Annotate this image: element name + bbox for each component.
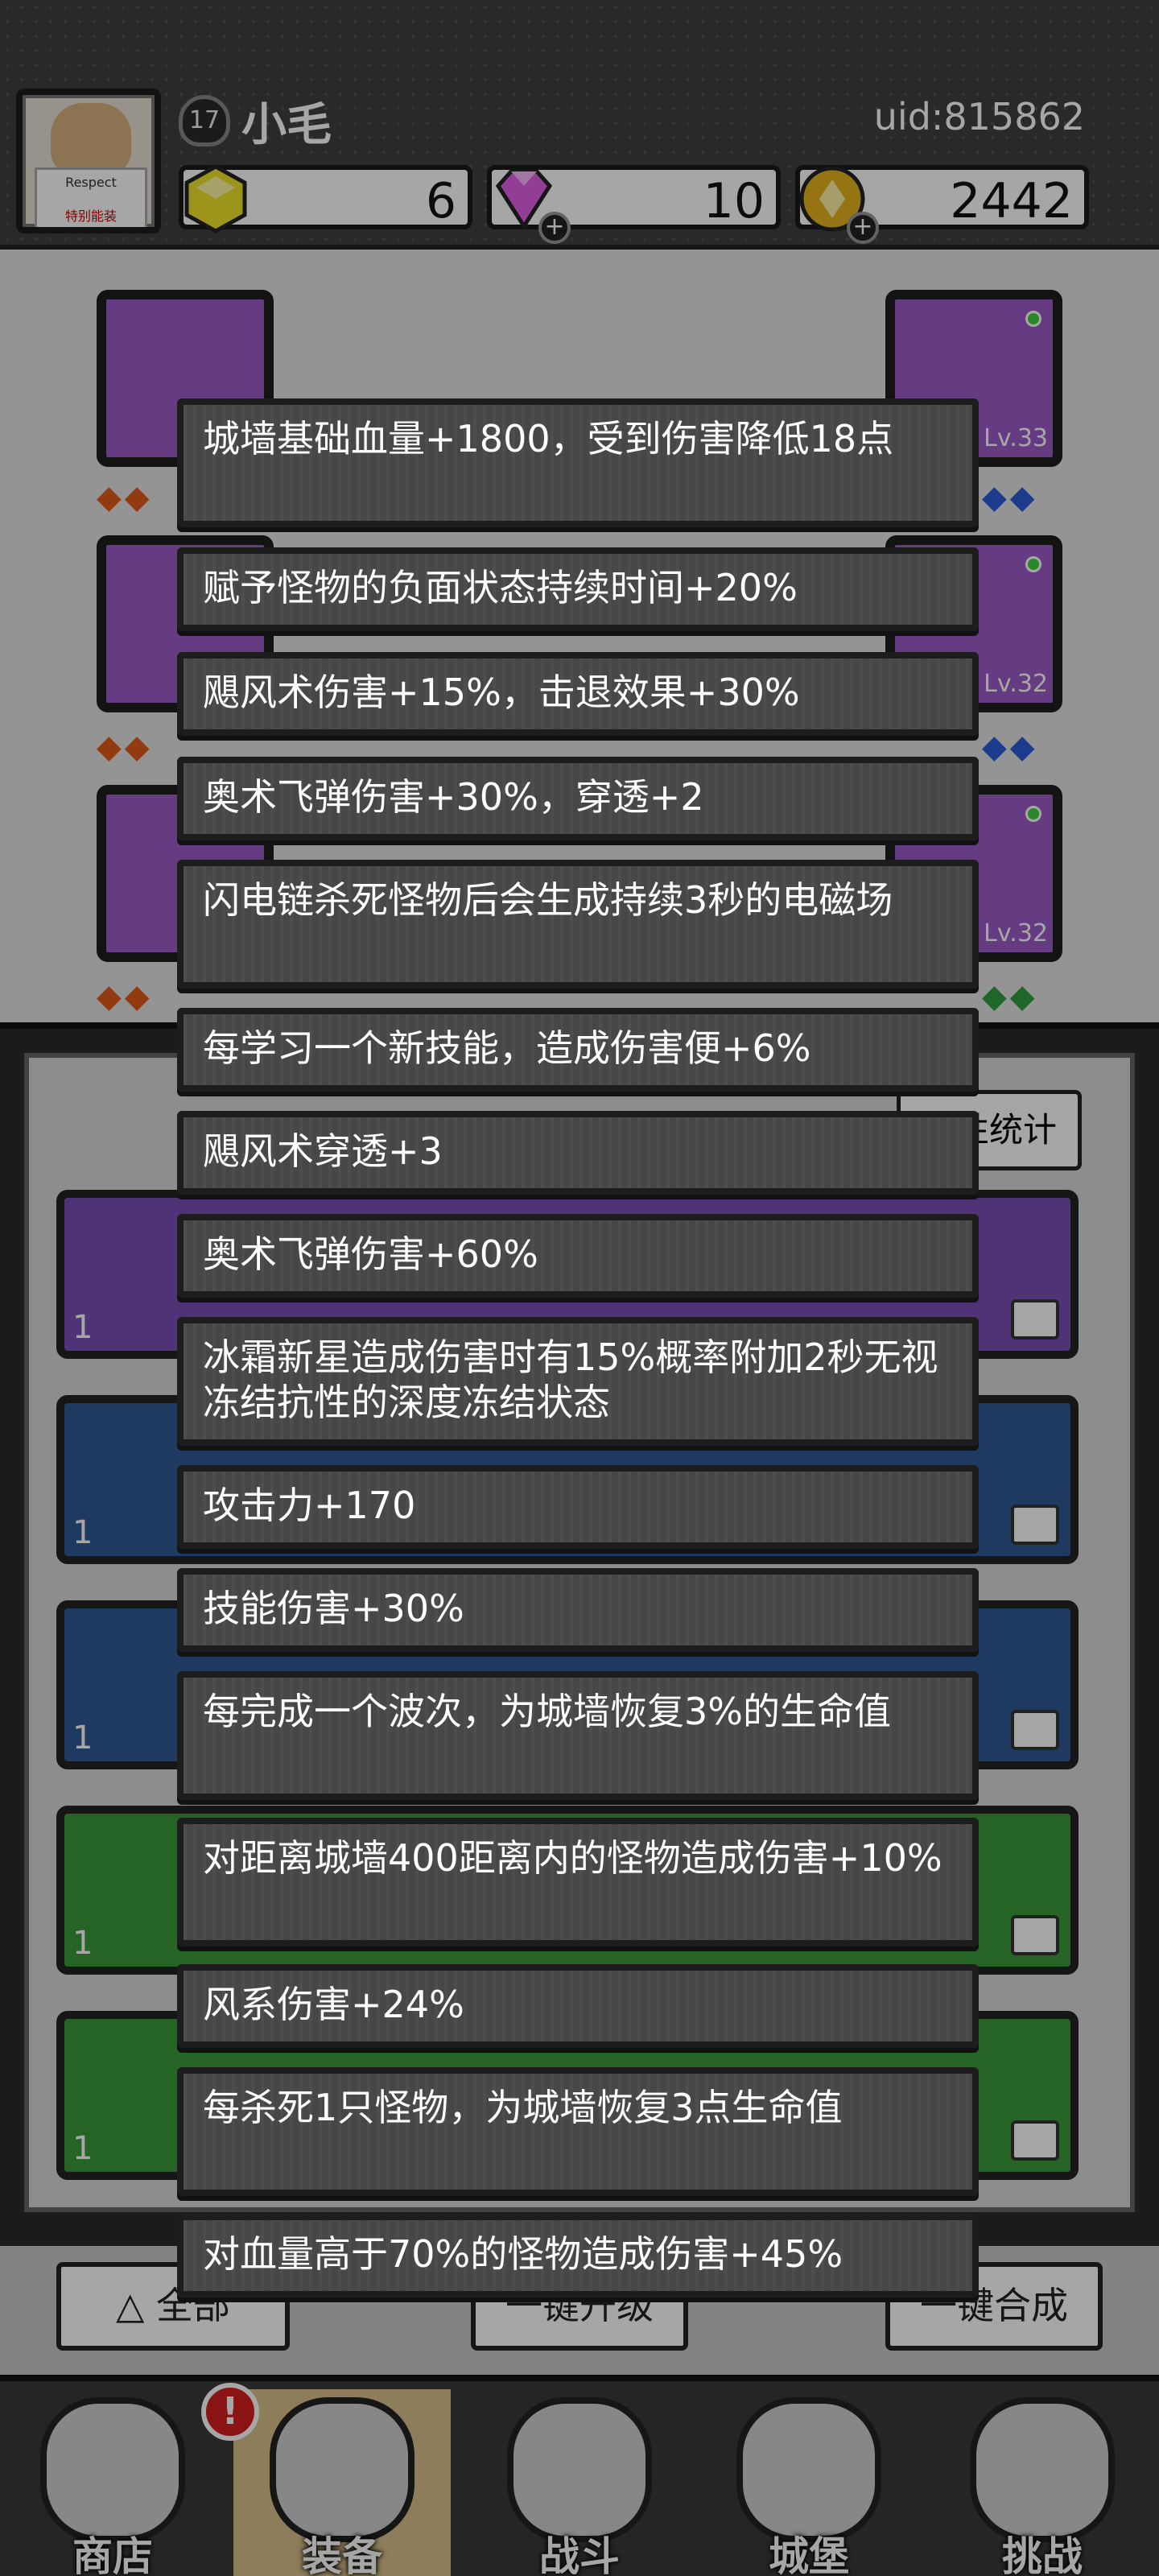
tooltip-attribute: 飓风术伤害+15%，击退效果+30% bbox=[177, 652, 979, 736]
tooltip-attribute: 对距离城墙400距离内的怪物造成伤害+10% bbox=[177, 1818, 979, 1946]
tooltip-attribute: 每学习一个新技能，造成伤害便+6% bbox=[177, 1008, 979, 1092]
tooltip-attribute: 闪电链杀死怪物后会生成持续3秒的电磁场 bbox=[177, 860, 979, 989]
tooltip-attribute: 冰霜新星造成伤害时有15%概率附加2秒无视冻结抗性的深度冻结状态 bbox=[177, 1317, 979, 1446]
tooltip-attribute: 赋予怪物的负面状态持续时间+20% bbox=[177, 547, 979, 631]
tooltip-attribute: 对血量高于70%的怪物造成伤害+45% bbox=[177, 2214, 979, 2297]
tooltip-attribute: 每杀死1只怪物，为城墙恢复3点生命值 bbox=[177, 2067, 979, 2196]
tooltip-attribute: 奥术飞弹伤害+30%，穿透+2 bbox=[177, 757, 979, 840]
tooltip-attribute: 风系伤害+24% bbox=[177, 1964, 979, 2048]
tooltip-attribute: 飓风术穿透+3 bbox=[177, 1111, 979, 1195]
tooltip-attribute: 攻击力+170 bbox=[177, 1465, 979, 1549]
tooltip-attribute: 奥术飞弹伤害+60% bbox=[177, 1214, 979, 1298]
tooltip-attribute: 技能伤害+30% bbox=[177, 1568, 979, 1652]
tooltip-attribute: 城墙基础血量+1800，受到伤害降低18点 bbox=[177, 398, 979, 527]
tooltip-attribute: 每完成一个波次，为城墙恢复3%的生命值 bbox=[177, 1671, 979, 1800]
